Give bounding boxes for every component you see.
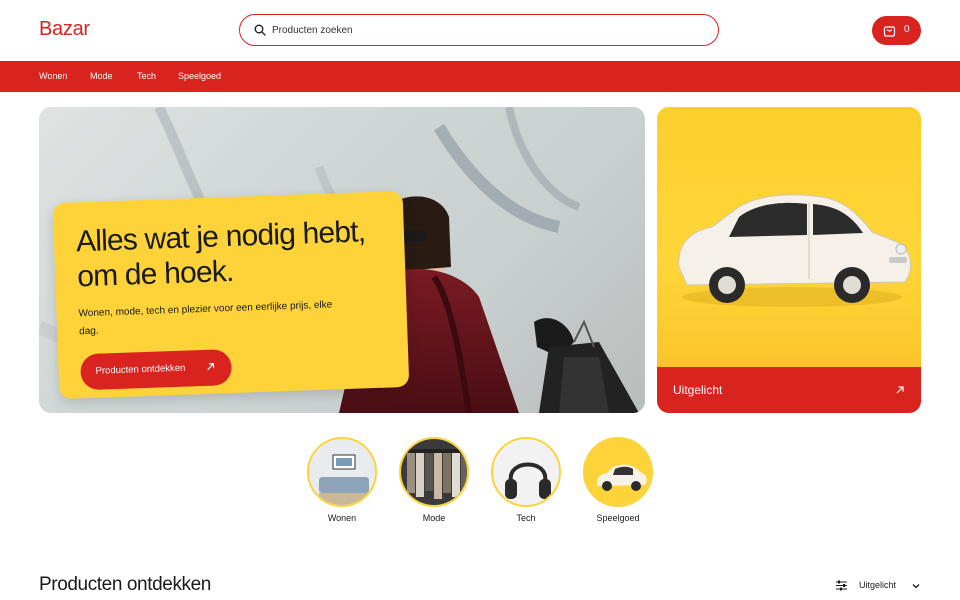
cart-button[interactable]: 0 bbox=[872, 16, 921, 45]
nav-item-mode[interactable]: Mode bbox=[90, 71, 113, 81]
category-wonen[interactable]: Wonen bbox=[307, 437, 377, 523]
nav-item-wonen[interactable]: Wonen bbox=[39, 71, 67, 81]
category-image-mode bbox=[399, 437, 469, 507]
search-bar[interactable] bbox=[239, 14, 719, 46]
search-input[interactable] bbox=[272, 21, 692, 39]
featured-image bbox=[657, 107, 921, 367]
nav-item-speelgoed[interactable]: Speelgoed bbox=[178, 71, 221, 81]
category-mode[interactable]: Mode bbox=[399, 437, 469, 523]
category-label: Tech bbox=[516, 513, 536, 523]
hero-title: Alles wat je nodig hebt, om de hoek. bbox=[75, 215, 366, 294]
shopping-bag-icon bbox=[883, 26, 896, 37]
category-tech[interactable]: Tech bbox=[491, 437, 561, 523]
site-header: Bazar 0 bbox=[0, 0, 960, 61]
cart-count: 0 bbox=[904, 24, 910, 35]
logo[interactable]: Bazar bbox=[39, 18, 90, 41]
explore-products-button[interactable]: Producten ontdekken bbox=[79, 349, 233, 391]
nav-item-tech[interactable]: Tech bbox=[137, 71, 156, 81]
sliders-icon bbox=[836, 580, 847, 591]
sort-dropdown[interactable]: Uitgelicht bbox=[836, 579, 924, 593]
category-label: Mode bbox=[422, 513, 446, 523]
featured-label: Uitgelicht bbox=[673, 383, 723, 397]
hero-promo-card: Alles wat je nodig hebt, om de hoek. Won… bbox=[52, 190, 410, 400]
arrow-up-right-icon bbox=[207, 363, 215, 371]
category-image-wonen bbox=[307, 437, 377, 507]
arrow-up-right-icon bbox=[896, 386, 904, 394]
featured-card[interactable]: Uitgelicht bbox=[657, 107, 921, 413]
category-nav: Wonen Mode Tech Speelgoed bbox=[0, 61, 960, 92]
featured-bar[interactable]: Uitgelicht bbox=[657, 367, 921, 413]
toy-car-illustration bbox=[678, 194, 911, 307]
hero-subtitle: Wonen, mode, tech en plezier voor een ee… bbox=[78, 299, 333, 338]
products-section-title: Producten ontdekken bbox=[39, 574, 211, 595]
category-image-speelgoed bbox=[583, 437, 653, 507]
category-image-tech bbox=[491, 437, 561, 507]
category-speelgoed[interactable]: Speelgoed bbox=[583, 437, 653, 523]
category-label: Wonen bbox=[327, 513, 357, 523]
explore-products-label: Producten ontdekken bbox=[95, 362, 186, 377]
category-label: Speelgoed bbox=[596, 513, 640, 523]
chevron-down-icon bbox=[912, 584, 920, 589]
sort-label: Uitgelicht bbox=[859, 580, 897, 590]
search-icon bbox=[254, 24, 266, 36]
